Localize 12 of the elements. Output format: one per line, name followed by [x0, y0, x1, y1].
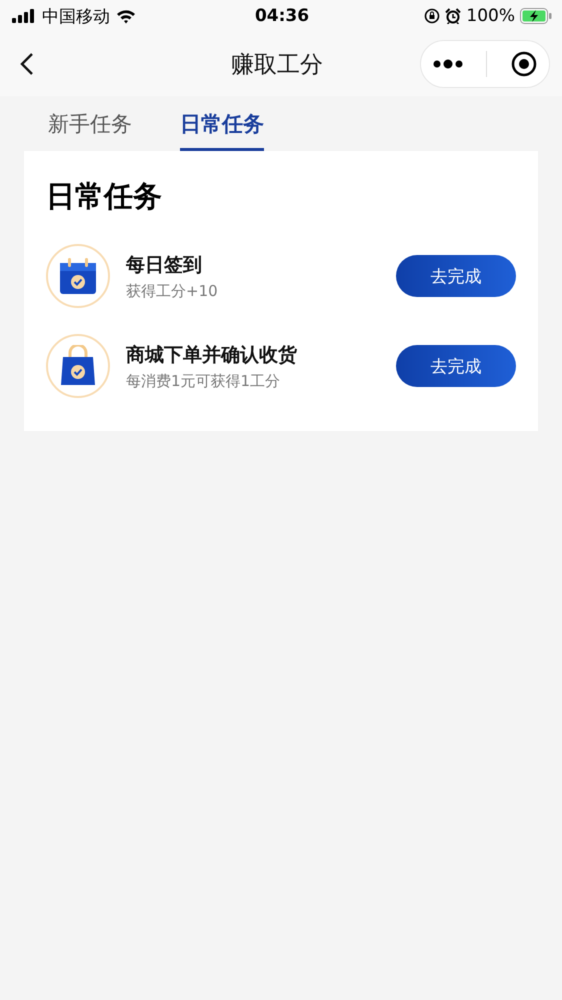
complete-button[interactable]: 去完成: [396, 345, 516, 387]
complete-button[interactable]: 去完成: [396, 255, 516, 297]
carrier-name: 中国移动: [42, 6, 110, 28]
task-title: 每日签到: [126, 252, 203, 278]
page-title: 赚取工分: [230, 50, 324, 80]
card-title: 日常任务: [46, 178, 163, 215]
battery-percentage: 100%: [466, 6, 515, 26]
task-description: 每消费1元可获得1工分: [126, 372, 282, 390]
task-title: 商城下单并确认收货: [126, 342, 298, 368]
task-tab[interactable]: 新手任务: [48, 110, 132, 151]
task-description: 获得工分+10: [126, 282, 219, 300]
clock-time: 04:36: [254, 6, 310, 26]
